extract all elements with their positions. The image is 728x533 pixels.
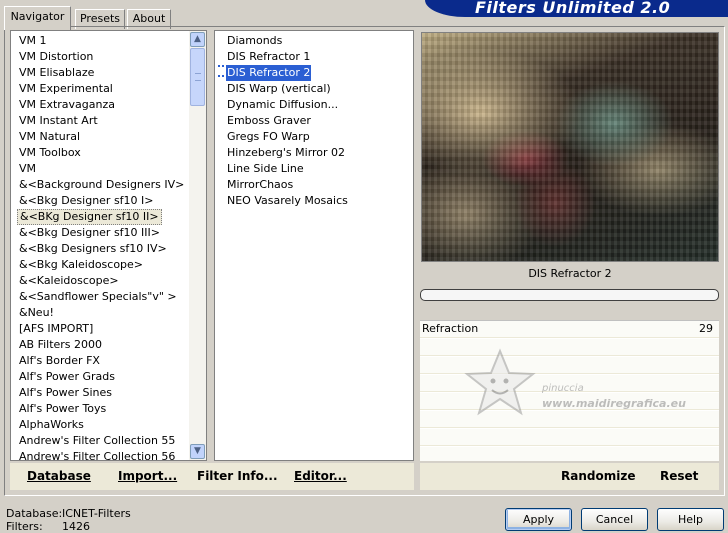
category-item[interactable]: &<Kaleidoscope>	[17, 273, 121, 289]
filter-item[interactable]: DIS Refractor 1	[226, 49, 311, 65]
filter-item[interactable]: Line Side Line	[226, 161, 305, 177]
watermark-url: www.maidiregrafica.eu	[542, 397, 686, 410]
param-row-refraction[interactable]: Refraction 29	[420, 321, 719, 338]
help-button[interactable]: Help	[657, 508, 724, 531]
filter-list[interactable]: Diamonds DIS Refractor 1 DIS Refractor 2 DI…	[214, 30, 414, 461]
param-value: 29	[699, 322, 713, 335]
category-item[interactable]: &<Sandflower Specials"v" >	[17, 289, 179, 305]
tab-navigator[interactable]: Navigator	[4, 6, 71, 30]
scroll-up-button[interactable]: ▲	[190, 32, 205, 47]
category-item[interactable]: Alf's Border FX	[17, 353, 102, 369]
filter-item[interactable]: MirrorChaos	[226, 177, 294, 193]
star-logo-icon	[464, 348, 536, 416]
cancel-button[interactable]: Cancel	[581, 508, 648, 531]
chevron-up-icon: ▲	[194, 34, 201, 44]
category-item[interactable]: &<BKg Designer sf10 II>	[17, 209, 162, 225]
category-item[interactable]: AlphaWorks	[17, 417, 86, 433]
category-item[interactable]: AB Filters 2000	[17, 337, 104, 353]
filter-item[interactable]: Dynamic Diffusion...	[226, 97, 339, 113]
watermark: pinuccia www.maidiregrafica.eu	[460, 347, 686, 417]
category-item[interactable]: Andrew's Filter Collection 56	[17, 449, 177, 460]
status-database-label: Database:	[6, 507, 63, 520]
scroll-down-button[interactable]: ▼	[190, 444, 205, 459]
preview-image	[421, 32, 719, 262]
app-banner: Filters Unlimited 2.0	[425, 0, 728, 17]
import-button[interactable]: Import...	[118, 469, 177, 483]
database-button[interactable]: Database	[27, 469, 91, 483]
category-item[interactable]: VM Distortion	[17, 49, 95, 65]
filter-item[interactable]: NEO Vasarely Mosaics	[226, 193, 349, 209]
category-item[interactable]: VM Elisablaze	[17, 65, 96, 81]
preview-caption: DIS Refractor 2	[528, 267, 612, 280]
category-item[interactable]: VM Natural	[17, 129, 82, 145]
grip-icon	[195, 73, 201, 81]
category-list[interactable]: ▲ ▼ VM 1 VM Distortion VM Elisablaze VM Exp…	[10, 30, 207, 461]
filter-info-button[interactable]: Filter Info...	[197, 469, 278, 483]
status-filters: Filters: 1426	[6, 520, 90, 533]
editor-button[interactable]: Editor...	[294, 469, 347, 483]
category-item[interactable]: VM Extravaganza	[17, 97, 117, 113]
filter-item[interactable]: Diamonds	[226, 33, 283, 49]
category-item[interactable]: &<Bkg Designer sf10 I>	[17, 193, 156, 209]
progress-bar	[420, 289, 719, 301]
reset-button[interactable]: Reset	[660, 469, 698, 483]
category-item[interactable]: VM Instant Art	[17, 113, 100, 129]
category-scrollbar[interactable]: ▲ ▼	[189, 31, 206, 460]
status-filters-label: Filters:	[6, 520, 43, 533]
category-item[interactable]: VM 1	[17, 33, 49, 49]
category-item[interactable]: &<Bkg Designers sf10 IV>	[17, 241, 169, 257]
category-item[interactable]: Alf's Power Sines	[17, 385, 114, 401]
category-item[interactable]: &<Bkg Kaleidoscope>	[17, 257, 145, 273]
filter-item[interactable]: Emboss Graver	[226, 113, 312, 129]
category-item[interactable]: Andrew's Filter Collection 55	[17, 433, 177, 449]
category-item[interactable]: Alf's Power Toys	[17, 401, 108, 417]
category-item[interactable]: Alf's Power Grads	[17, 369, 117, 385]
filter-item[interactable]: DIS Refractor 2	[226, 65, 312, 81]
category-item[interactable]: &<Bkg Designer sf10 III>	[17, 225, 162, 241]
filter-item[interactable]: Hinzeberg's Mirror 02	[226, 145, 346, 161]
filter-item[interactable]: DIS Warp (vertical)	[226, 81, 332, 97]
param-row-empty	[420, 447, 719, 461]
watermark-author: pinuccia	[542, 383, 584, 394]
category-item[interactable]: VM Toolbox	[17, 145, 83, 161]
app-title: Filters Unlimited 2.0	[475, 0, 671, 17]
randomize-button[interactable]: Randomize	[561, 469, 635, 483]
navigator-toolbar: Database Import... Filter Info... Editor…	[10, 463, 414, 490]
status-database-value: ICNET-Filters	[62, 507, 131, 520]
apply-button[interactable]: Apply	[505, 508, 572, 531]
category-item[interactable]: &Neu!	[17, 305, 56, 321]
param-label: Refraction	[422, 322, 479, 335]
category-item[interactable]: VM	[17, 161, 38, 177]
selection-marker-icon	[218, 65, 224, 77]
category-item[interactable]: [AFS IMPORT]	[17, 321, 95, 337]
chevron-down-icon: ▼	[194, 446, 201, 456]
scroll-thumb[interactable]	[190, 48, 205, 106]
parameters-panel: Refraction 29 pinuccia www.maidiregrafic…	[420, 320, 719, 461]
preview-toolbar: Randomize Reset	[420, 463, 719, 490]
category-item[interactable]: VM Experimental	[17, 81, 115, 97]
filter-item[interactable]: Gregs FO Warp	[226, 129, 311, 145]
status-filters-value: 1426	[62, 520, 90, 533]
status-database: Database:ICNET-Filters	[6, 507, 131, 520]
param-row-empty	[420, 429, 719, 446]
category-item[interactable]: &<Background Designers IV>	[17, 177, 186, 193]
